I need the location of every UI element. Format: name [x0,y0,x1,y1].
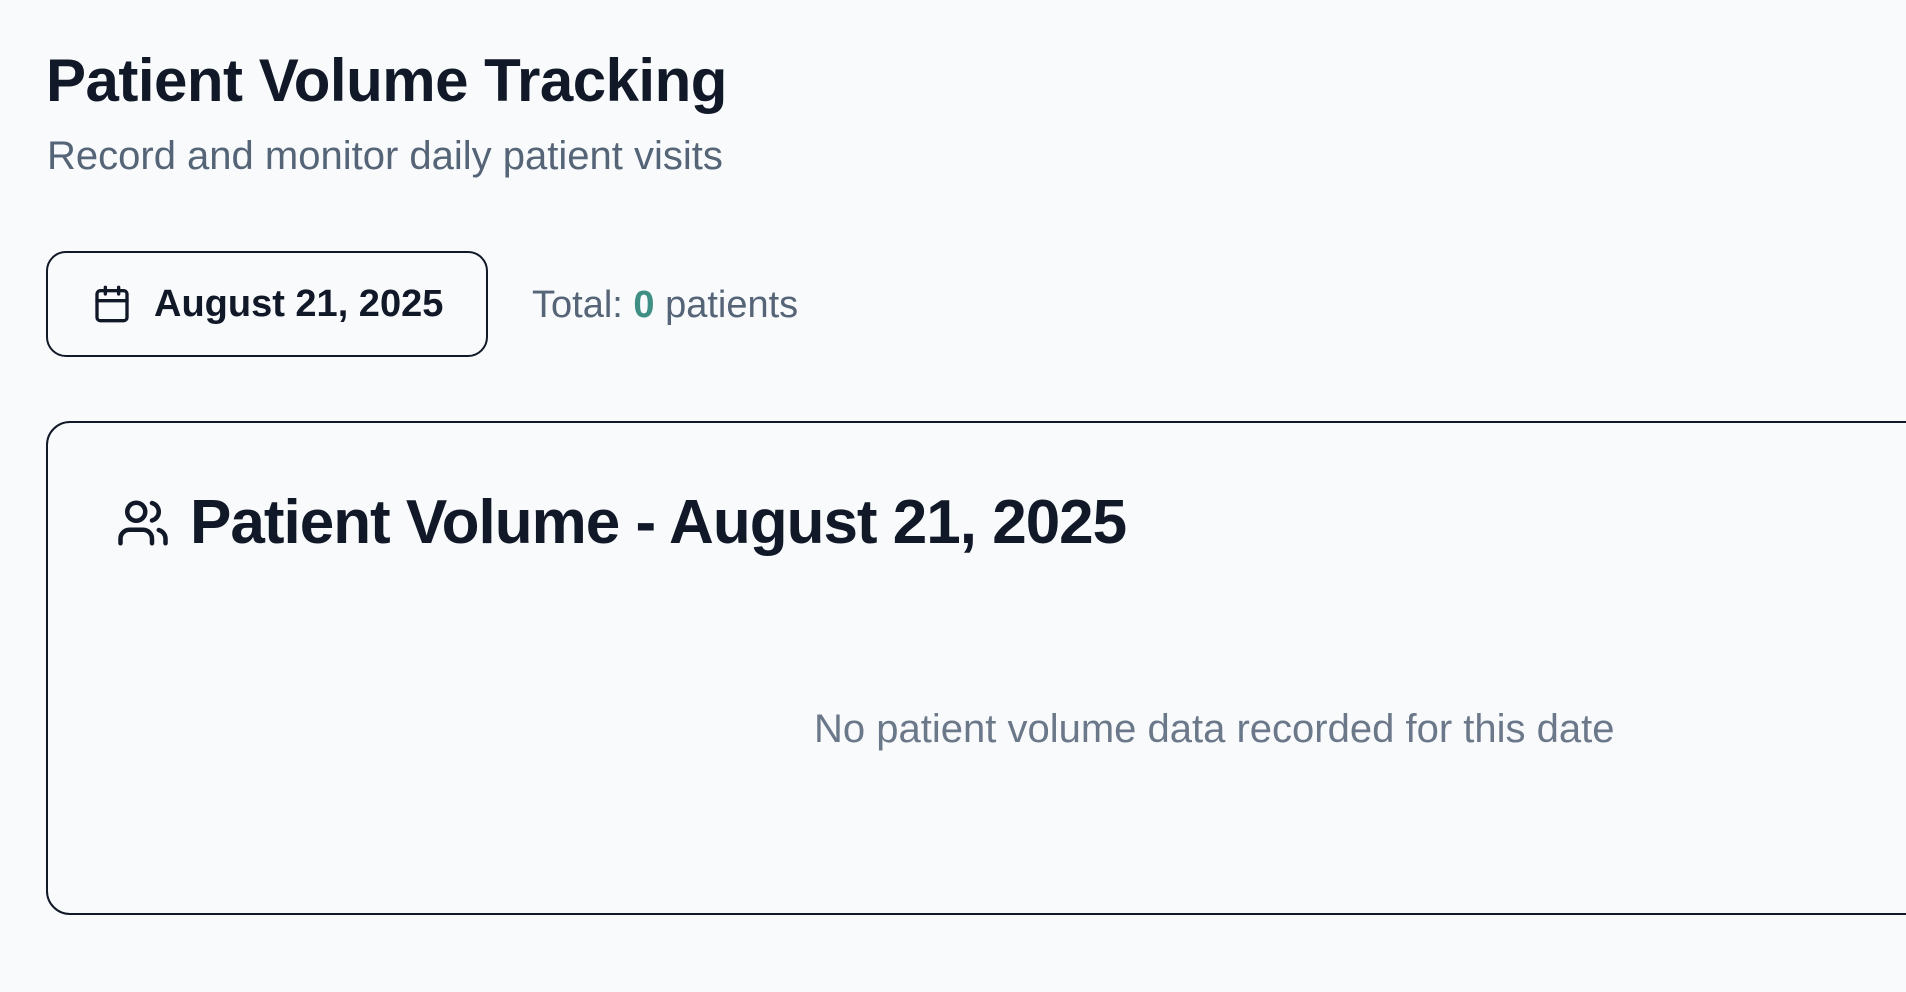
patient-volume-card: Patient Volume - August 21, 2025 No pati… [46,421,1906,915]
total-suffix: patients [654,284,799,326]
card-header: Patient Volume - August 21, 2025 [116,487,1127,559]
total-prefix: Total: [532,284,634,326]
total-patients: Total: 0 patients [532,283,798,327]
patient-volume-page: Patient Volume Tracking Record and monit… [0,0,1906,992]
total-count: 0 [633,284,655,326]
date-picker-button[interactable]: August 21, 2025 [46,251,488,357]
empty-state-message: No patient volume data recorded for this… [814,707,1615,751]
card-title: Patient Volume - August 21, 2025 [190,488,1127,557]
calendar-icon [92,284,132,324]
users-icon [116,496,170,550]
page-subtitle: Record and monitor daily patient visits [47,134,723,178]
page-title: Patient Volume Tracking [46,47,727,114]
selected-date-label: August 21, 2025 [154,282,444,325]
